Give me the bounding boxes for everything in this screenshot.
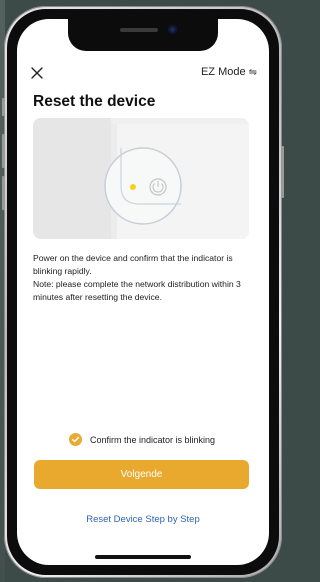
phone-frame: EZ Mode ⇋ Reset the device Power on the … [2, 6, 284, 578]
close-icon[interactable] [30, 66, 44, 80]
app-screen: EZ Mode ⇋ Reset the device Power on the … [17, 19, 269, 565]
confirm-checkbox[interactable]: Confirm the indicator is blinking [69, 433, 215, 446]
instructions-text: Power on the device and confirm that the… [33, 252, 255, 304]
mode-label: EZ Mode [200, 66, 246, 78]
front-camera [168, 25, 177, 34]
earpiece-speaker [120, 28, 158, 32]
instructions-line-2: Note: please complete the network distri… [33, 279, 241, 302]
device-illustration [33, 118, 249, 239]
confirm-label: Confirm the indicator is blinking [90, 434, 216, 445]
indicator-led [130, 184, 136, 190]
instructions-line-1: Power on the device and confirm that the… [33, 253, 233, 276]
mute-switch [2, 98, 5, 116]
device-illustration-graphic [33, 118, 249, 239]
home-indicator [95, 555, 191, 559]
page-title: Reset the device [33, 93, 156, 110]
power-button [281, 146, 284, 198]
reset-step-by-step-link[interactable]: Reset Device Step by Step [17, 514, 269, 525]
next-button[interactable]: Volgende [34, 460, 249, 489]
check-icon [69, 433, 82, 446]
notch [68, 19, 218, 51]
swap-icon: ⇋ [248, 66, 257, 78]
volume-down-button [2, 176, 5, 210]
volume-up-button [2, 134, 5, 168]
phone-bezel: EZ Mode ⇋ Reset the device Power on the … [7, 9, 279, 575]
mode-switch-button[interactable]: EZ Mode ⇋ [201, 66, 257, 78]
top-bar: EZ Mode ⇋ [17, 63, 269, 85]
